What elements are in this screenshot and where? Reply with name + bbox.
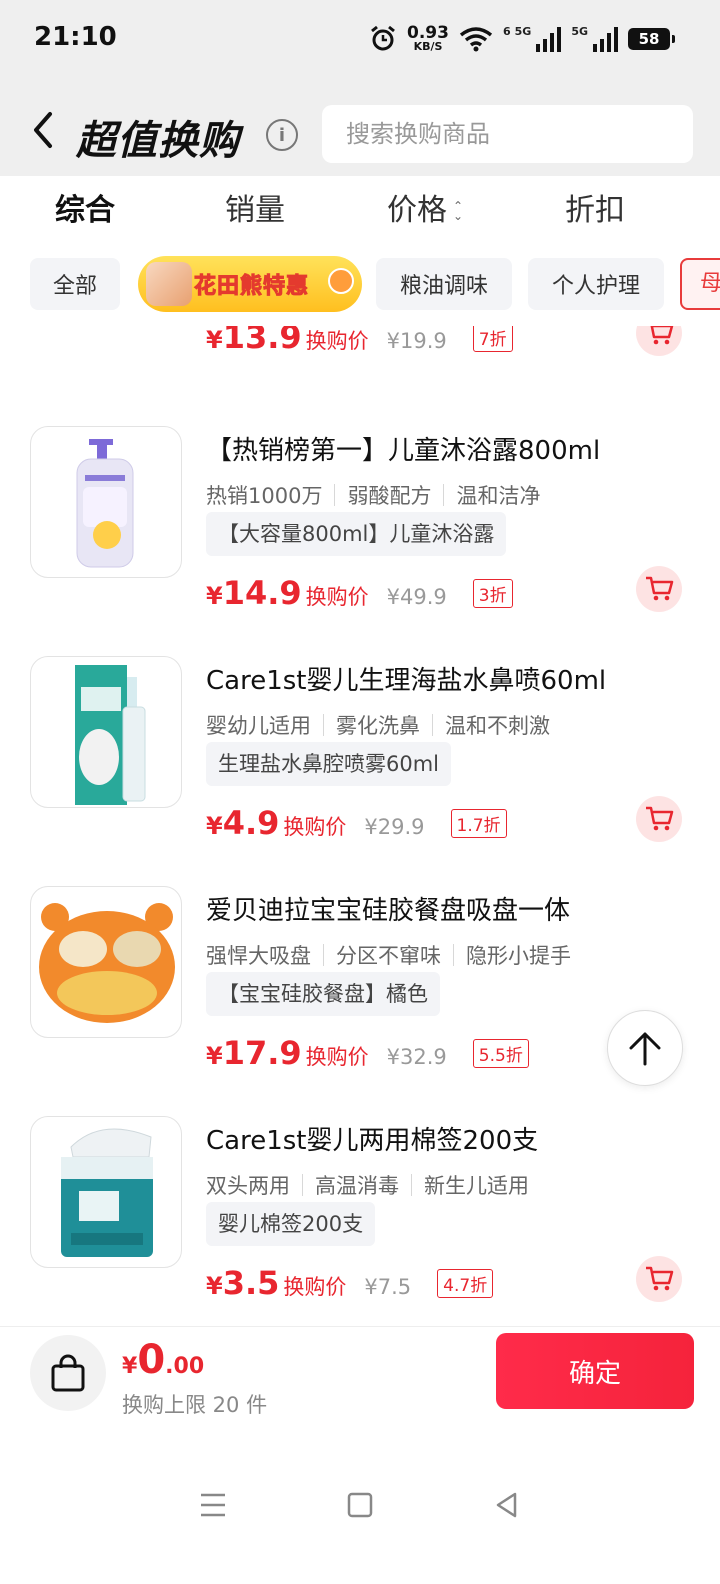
price: 14.9 [222,574,302,612]
network-speed: 0.93 KB/S [407,23,449,53]
price: 17.9 [222,1034,302,1072]
page-title: 超值换购 [76,118,240,164]
status-bar: 21:10 0.93 KB/S 6 5G 5G 58 [0,0,720,80]
back-nav-button[interactable] [482,1480,532,1530]
product-spec: 婴儿棉签200支 [206,1202,376,1246]
category-personal-care[interactable]: 个人护理 [528,258,664,310]
category-all[interactable]: 全部 [30,258,120,310]
product-tags: 强悍大吸盘 分区不窜味 隐形小提手 [206,944,571,968]
sort-arrows-icon: ⌃ ⌄ [452,199,464,223]
status-icons: 0.93 KB/S 6 5G 5G 58 [369,22,675,56]
tab-comprehensive[interactable]: 综合 [0,176,170,246]
original-price: ¥29.9 [364,815,425,839]
product-name: 爱贝迪拉宝宝硅胶餐盘吸盘一体 [206,896,571,926]
confirm-button[interactable]: 确定 [496,1333,694,1409]
add-to-cart-button[interactable] [636,1256,682,1302]
price: 13.9 [222,326,302,356]
price-row: ¥3.5 换购价 ¥7.5 4.7折 [206,1264,494,1302]
search-box[interactable] [322,105,693,163]
signal2-label: 5G [571,24,588,38]
alarm-icon [371,25,395,51]
cart-icon [646,806,674,831]
sort-tabs: 综合 销量 价格 ⌃ ⌄ 折扣 [0,176,720,246]
list-item[interactable]: ¥13.9 换购价 ¥19.9 7折 [0,326,720,390]
list-item[interactable]: Care1st婴儿两用棉签200支 双头两用 高温消毒 新生儿适用 婴儿棉签200支… [0,1106,720,1326]
product-image [30,426,182,578]
category-grain-oil[interactable]: 粮油调味 [376,258,512,310]
product-image [30,886,182,1038]
product-spec: 【大容量800ml】儿童沐浴露 [206,512,507,556]
discount-badge: 3折 [472,579,513,608]
product-name: Care1st婴儿两用棉签200支 [206,1126,539,1156]
category-partial[interactable]: 母 [680,258,720,310]
exchange-limit: 换购上限 20 件 [122,1393,268,1417]
list-item[interactable]: Care1st婴儿生理海盐水鼻喷60ml 婴幼儿适用 雾化洗鼻 温和不刺激 生理盐水… [0,646,720,876]
discount-badge: 5.5折 [472,1039,529,1068]
back-button[interactable] [28,110,60,150]
shopping-bag-icon [51,1354,85,1392]
signal-icon [593,27,618,52]
discount-badge: 7折 [472,326,513,352]
home-square-icon [347,1492,373,1518]
cart-icon [646,576,674,601]
product-tags: 热销1000万 弱酸配方 温和洁净 [206,484,541,508]
tab-sales[interactable]: 销量 [170,176,340,246]
list-item[interactable]: 爱贝迪拉宝宝硅胶餐盘吸盘一体 强悍大吸盘 分区不窜味 隐形小提手 【宝宝硅胶餐盘】橘… [0,876,720,1106]
back-to-top-button[interactable] [607,1010,683,1086]
shopping-bag-button[interactable] [30,1335,106,1411]
category-bar: 全部 花田熊特惠 粮油调味 个人护理 母 [0,246,720,326]
price-row: ¥14.9 换购价 ¥49.9 3折 [206,574,513,612]
product-image [30,1116,182,1268]
add-to-cart-button[interactable] [636,566,682,612]
product-list[interactable]: ¥13.9 换购价 ¥19.9 7折 【热销榜第一】儿童沐浴露800ml 热销1000… [0,326,720,1326]
price: 4.9 [222,804,280,842]
signal1-label: 5G [514,24,532,38]
product-spec: 【宝宝硅胶餐盘】橘色 [206,972,440,1016]
home-button[interactable] [335,1480,385,1530]
original-price: ¥49.9 [386,585,447,609]
status-time: 21:10 [34,22,117,52]
bottom-bar: ¥0.00 换购上限 20 件 确定 [0,1326,720,1426]
arrow-up-icon [629,1032,661,1066]
product-name: 【热销榜第一】儿童沐浴露800ml [206,436,601,466]
category-promo[interactable]: 花田熊特惠 [138,256,362,312]
total-price: ¥0.00 [122,1337,205,1383]
menu-icon [201,1493,226,1517]
price-row: ¥13.9 换购价 ¥19.9 7折 [206,326,513,356]
bear-icon [328,268,354,294]
price-row: ¥4.9 换购价 ¥29.9 1.7折 [206,804,507,842]
search-input[interactable] [346,120,666,148]
cart-icon [646,1266,674,1291]
product-image [30,656,182,808]
promo-label: 花田熊特惠 [193,274,310,300]
cart-icon [650,326,674,345]
signal-icon [536,27,562,52]
price: 3.5 [222,1264,280,1302]
list-item[interactable]: 【热销榜第一】儿童沐浴露800ml 热销1000万 弱酸配方 温和洁净 【大容量80… [0,416,720,646]
add-to-cart-button[interactable] [636,796,682,842]
back-triangle-icon [496,1492,516,1518]
discount-badge: 4.7折 [437,1269,494,1298]
price-row: ¥17.9 换购价 ¥32.9 5.5折 [206,1034,529,1072]
original-price: ¥19.9 [386,329,447,353]
wifi-icon [459,27,493,52]
original-price: ¥32.9 [386,1045,447,1069]
info-icon[interactable]: i [266,119,298,151]
header: 超值换购 i [0,80,720,176]
wifi-label: 6 [502,24,511,38]
battery-icon: 58 [628,28,675,50]
recent-apps-button[interactable] [188,1480,238,1530]
tab-discount[interactable]: 折扣 [510,176,680,246]
tab-price[interactable]: 价格 ⌃ ⌄ [340,176,510,246]
discount-badge: 1.7折 [450,809,507,838]
product-tags: 双头两用 高温消毒 新生儿适用 [206,1174,529,1198]
product-spec: 生理盐水鼻腔喷雾60ml [206,742,452,786]
product-name: Care1st婴儿生理海盐水鼻喷60ml [206,666,607,696]
original-price: ¥7.5 [364,1275,412,1299]
add-to-cart-button[interactable] [636,326,682,356]
promo-product-image [146,262,192,306]
system-nav-bar [0,1480,720,1570]
product-tags: 婴幼儿适用 雾化洗鼻 温和不刺激 [206,714,550,738]
